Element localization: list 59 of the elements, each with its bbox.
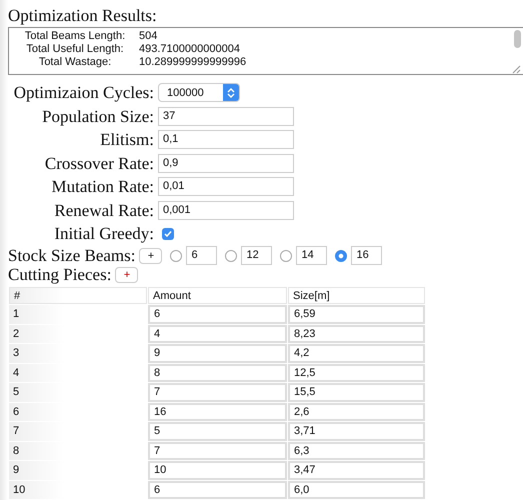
field-label: Stock Size Beams: <box>8 246 136 265</box>
table-input-cell[interactable]: 9 <box>148 344 287 362</box>
input-field[interactable]: 14 <box>296 246 328 265</box>
field-label: Cutting Pieces: <box>8 265 112 284</box>
column-header: Amount <box>148 287 287 304</box>
field-label: Crossover Rate: <box>44 154 154 172</box>
table-input-cell[interactable]: 5 <box>148 422 287 440</box>
add-button[interactable]: + <box>139 248 162 264</box>
radio-button[interactable] <box>280 250 292 262</box>
radio-button[interactable] <box>170 250 182 262</box>
table-input-cell[interactable]: 7 <box>148 383 287 402</box>
table-input-cell[interactable]: 10 <box>148 461 287 480</box>
field-label: Mutation Rate: <box>50 177 154 196</box>
section-title: Optimization Results: <box>8 6 157 26</box>
field-label: Population Size: <box>41 106 154 126</box>
input-field[interactable]: 37 <box>158 106 294 126</box>
table-input-cell[interactable]: 2,6 <box>288 402 425 421</box>
table-input-cell[interactable]: 15,5 <box>288 383 425 402</box>
table-input-cell[interactable]: 8 <box>148 364 287 382</box>
radio-button[interactable] <box>335 250 348 262</box>
result-value: 504 <box>139 30 158 43</box>
stepper-icon <box>227 86 235 98</box>
table-input-cell[interactable]: 6,59 <box>288 305 425 324</box>
field-label: Optimizaion Cycles: <box>12 83 154 102</box>
input-field[interactable]: 0,001 <box>158 200 294 220</box>
add-button[interactable]: + <box>115 266 138 282</box>
input-field[interactable]: 0,1 <box>158 130 294 149</box>
cycles-select[interactable]: 100000 <box>158 83 240 102</box>
result-value: 10.289999999999996 <box>139 56 248 69</box>
table-input-cell[interactable]: 4,2 <box>288 344 425 362</box>
result-label: Total Useful Length: <box>25 43 125 56</box>
input-field[interactable]: 0,01 <box>158 177 294 196</box>
table-input-cell[interactable]: 3,47 <box>288 461 425 480</box>
column-header: # <box>9 287 147 304</box>
checkbox[interactable] <box>162 228 174 240</box>
table-input-cell[interactable]: 8,23 <box>288 324 425 343</box>
table-input-cell[interactable]: 4 <box>148 324 287 343</box>
result-label: Total Beams Length: <box>24 30 126 43</box>
field-label: Initial Greedy: <box>53 224 154 243</box>
table-input-cell[interactable]: 7 <box>148 442 287 460</box>
table-input-cell[interactable]: 6 <box>148 480 287 499</box>
result-value: 493.7100000000004 <box>139 43 241 56</box>
table-input-cell[interactable]: 6,3 <box>288 442 425 460</box>
input-field[interactable]: 12 <box>241 246 272 265</box>
input-field[interactable]: 0,9 <box>158 154 294 172</box>
radio-button[interactable] <box>225 250 238 262</box>
scrollbar-thumb[interactable] <box>514 30 521 48</box>
table-input-cell[interactable]: 6 <box>148 305 287 324</box>
input-field[interactable]: 6 <box>186 246 218 265</box>
field-label: Renewal Rate: <box>53 200 154 220</box>
table-input-cell[interactable]: 16 <box>148 402 287 421</box>
field-label: Elitism: <box>99 130 154 149</box>
table-input-cell[interactable]: 3,71 <box>288 422 425 440</box>
input-field[interactable]: 16 <box>351 246 382 265</box>
column-header: Size[m] <box>288 287 425 304</box>
result-label: Total Wastage: <box>38 56 112 69</box>
results-text-area[interactable]: Total Beams Length: 504 Total Useful Length: 493.7100000000004 Total Wastage: 10.289999999999996 <box>8 27 523 75</box>
table-input-cell[interactable]: 12,5 <box>288 364 425 382</box>
table-input-cell[interactable]: 6,0 <box>288 480 425 499</box>
